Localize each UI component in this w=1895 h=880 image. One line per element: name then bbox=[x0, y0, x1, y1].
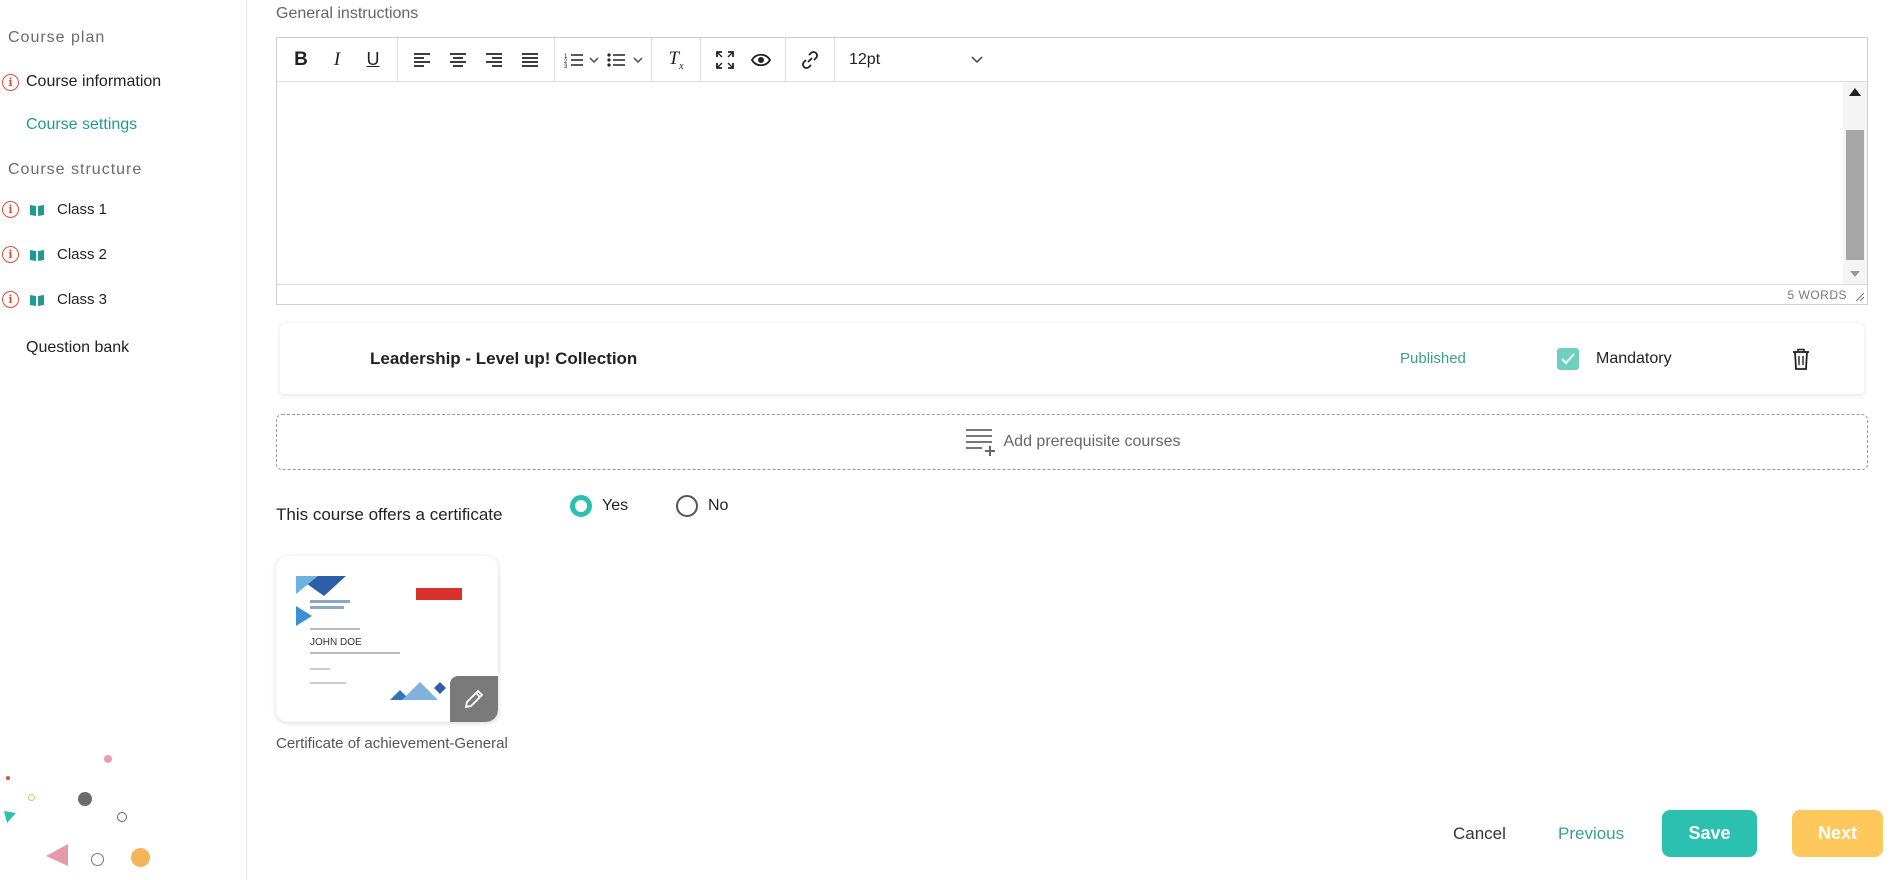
certificate-yes-radio[interactable]: Yes bbox=[570, 495, 628, 517]
mandatory-label: Mandatory bbox=[1596, 349, 1672, 367]
view-group bbox=[701, 37, 786, 82]
certificate-preview-name: JOHN DOE bbox=[310, 637, 362, 648]
add-list-icon bbox=[965, 429, 995, 456]
course-structure-heading: Course structure bbox=[8, 161, 143, 178]
chevron-down-icon bbox=[971, 55, 983, 63]
checkmark-icon bbox=[1561, 352, 1575, 364]
sidebar-item-course-information[interactable]: i Course information bbox=[0, 73, 161, 91]
next-button[interactable]: Next bbox=[1792, 810, 1883, 857]
editor-content-area[interactable] bbox=[277, 82, 1867, 285]
sidebar: Course plan i Course information Course … bbox=[0, 0, 247, 880]
editor-statusbar: 5 WORDS bbox=[277, 284, 1867, 304]
sidebar-item-class-2[interactable]: i Class 2 bbox=[0, 246, 107, 263]
link-group bbox=[786, 37, 835, 82]
numbered-list-icon[interactable]: 123 bbox=[561, 43, 587, 77]
add-prerequisite-button[interactable]: Add prerequisite courses bbox=[276, 414, 1868, 470]
preview-icon[interactable] bbox=[743, 43, 779, 77]
editor-scrollbar[interactable] bbox=[1843, 82, 1867, 285]
bold-icon[interactable]: B bbox=[283, 43, 319, 77]
align-left-icon[interactable] bbox=[404, 43, 440, 77]
book-icon bbox=[30, 204, 44, 216]
word-count: 5 WORDS bbox=[1787, 287, 1847, 302]
certificate-no-radio[interactable]: No bbox=[676, 495, 728, 517]
certificate-preview-card[interactable]: JOHN DOE bbox=[276, 556, 498, 722]
sidebar-item-label: Class 1 bbox=[57, 201, 108, 218]
info-icon: i bbox=[2, 201, 19, 218]
clear-format-icon[interactable]: Tx bbox=[658, 43, 694, 77]
align-right-icon[interactable] bbox=[476, 43, 512, 77]
font-size-value: 12pt bbox=[849, 50, 881, 68]
font-size-select[interactable]: 12pt bbox=[835, 38, 995, 82]
chevron-down-icon[interactable] bbox=[631, 57, 645, 63]
resize-handle-icon[interactable] bbox=[1855, 292, 1865, 302]
edit-certificate-button[interactable] bbox=[450, 676, 498, 722]
sidebar-item-course-settings[interactable]: Course settings bbox=[26, 116, 137, 134]
cancel-button[interactable]: Cancel bbox=[1453, 824, 1506, 844]
radio-selected-icon bbox=[570, 495, 592, 517]
align-group bbox=[398, 37, 555, 82]
scroll-up-arrow[interactable] bbox=[1849, 88, 1861, 96]
list-group: 123 bbox=[555, 37, 652, 82]
sidebar-item-question-bank[interactable]: Question bank bbox=[26, 339, 129, 357]
fullscreen-icon[interactable] bbox=[707, 43, 743, 77]
bullet-list-icon[interactable] bbox=[601, 43, 631, 77]
info-icon: i bbox=[2, 73, 19, 91]
main-content: General instructions B I U 123 Tx 12pt 5… bbox=[276, 0, 1895, 880]
sidebar-item-label: Course information bbox=[26, 73, 162, 90]
align-center-icon[interactable] bbox=[440, 43, 476, 77]
info-icon: i bbox=[2, 246, 19, 263]
action-bar: Cancel Previous Save Next bbox=[276, 810, 1883, 858]
previous-button[interactable]: Previous bbox=[1558, 824, 1624, 844]
link-icon[interactable] bbox=[792, 43, 828, 77]
status-badge: Published bbox=[1400, 350, 1466, 367]
sidebar-item-class-1[interactable]: i Class 1 bbox=[0, 201, 107, 218]
prerequisite-course-row: Leadership - Level up! Collection Publis… bbox=[280, 323, 1864, 394]
chevron-down-icon[interactable] bbox=[587, 57, 601, 63]
sidebar-item-label: Class 3 bbox=[57, 291, 108, 308]
justify-icon[interactable] bbox=[512, 43, 548, 77]
clear-group: Tx bbox=[652, 37, 701, 82]
italic-icon[interactable]: I bbox=[319, 43, 355, 77]
editor-toolbar: B I U 123 Tx 12pt bbox=[277, 37, 1867, 82]
save-button[interactable]: Save bbox=[1662, 810, 1757, 857]
course-plan-heading: Course plan bbox=[8, 29, 106, 46]
mandatory-checkbox[interactable] bbox=[1557, 347, 1579, 370]
radio-label-yes: Yes bbox=[602, 497, 629, 514]
underline-icon[interactable]: U bbox=[355, 43, 391, 77]
info-icon: i bbox=[2, 291, 19, 308]
prerequisite-title: Leadership - Level up! Collection bbox=[370, 348, 638, 368]
radio-unselected-icon bbox=[676, 495, 698, 517]
sidebar-item-label: Class 2 bbox=[57, 246, 108, 263]
certificate-name: Certificate of achievement-General bbox=[276, 735, 508, 752]
sidebar-item-label: Question bank bbox=[26, 339, 130, 356]
svg-text:3: 3 bbox=[564, 64, 568, 70]
certificate-question: This course offers a certificate bbox=[276, 505, 503, 524]
sidebar-item-label: Course settings bbox=[26, 116, 138, 133]
rich-text-editor: B I U 123 Tx 12pt 5 WORDS bbox=[276, 37, 1868, 305]
format-group: B I U bbox=[277, 37, 398, 82]
add-prerequisite-label: Add prerequisite courses bbox=[1003, 433, 1181, 450]
pencil-icon bbox=[464, 689, 484, 709]
book-icon bbox=[30, 249, 44, 261]
trash-icon[interactable] bbox=[1792, 348, 1810, 370]
book-icon bbox=[30, 294, 44, 306]
sidebar-item-class-3[interactable]: i Class 3 bbox=[0, 291, 107, 308]
general-instructions-label: General instructions bbox=[276, 5, 419, 22]
radio-label-no: No bbox=[708, 497, 729, 514]
scroll-down-arrow[interactable] bbox=[1850, 271, 1860, 277]
scroll-thumb[interactable] bbox=[1846, 130, 1864, 260]
